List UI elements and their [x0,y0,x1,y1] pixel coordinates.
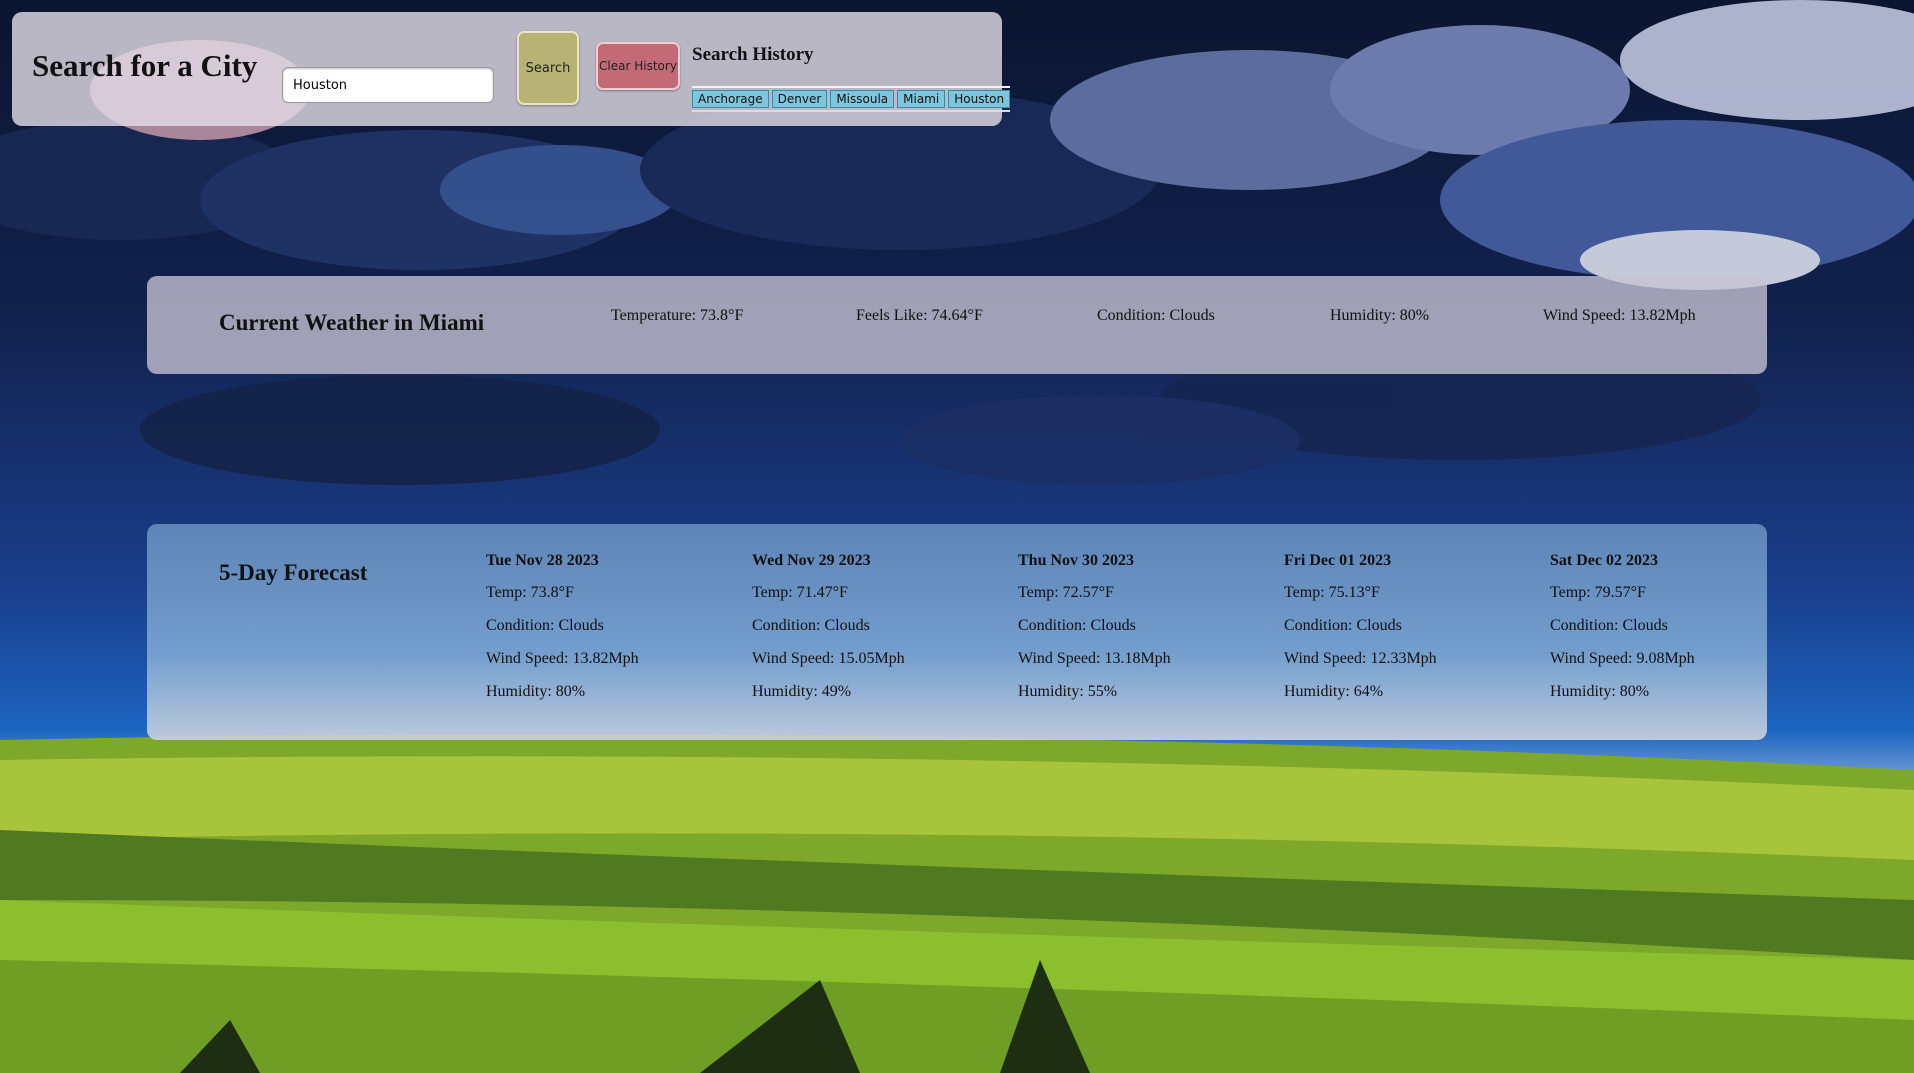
current-feels-like: Feels Like: 74.64°F [856,307,983,324]
clear-history-button[interactable]: Clear History [596,42,680,90]
forecast-day-card: Wed Nov 29 2023 Temp: 71.47°F Condition:… [752,552,992,716]
forecast-temp: Temp: 72.57°F [1018,584,1114,601]
forecast-wind: Wind Speed: 13.82Mph [486,650,639,667]
city-search-input[interactable] [282,67,494,103]
forecast-wind: Wind Speed: 13.18Mph [1018,650,1171,667]
search-button[interactable]: Search [517,31,579,105]
search-history-list: Anchorage Denver Missoula Miami Houston [692,86,1011,112]
forecast-wind: Wind Speed: 9.08Mph [1550,650,1695,667]
forecast-panel: 5-Day Forecast Tue Nov 28 2023 Temp: 73.… [147,524,1767,740]
history-item-anchorage[interactable]: Anchorage [692,90,769,108]
forecast-condition: Condition: Clouds [1550,617,1668,634]
current-weather-title: Current Weather in Miami [219,310,485,335]
forecast-date: Tue Nov 28 2023 [486,552,599,569]
forecast-date: Sat Dec 02 2023 [1550,552,1658,569]
forecast-date: Fri Dec 01 2023 [1284,552,1392,569]
forecast-temp: Temp: 73.8°F [486,584,574,601]
history-item-miami[interactable]: Miami [897,90,946,108]
forecast-day-card: Fri Dec 01 2023 Temp: 75.13°F Condition:… [1284,552,1524,716]
forecast-date: Thu Nov 30 2023 [1018,552,1135,569]
forecast-title: 5-Day Forecast [219,560,368,585]
forecast-humidity: Humidity: 64% [1284,683,1384,700]
history-item-denver[interactable]: Denver [771,90,828,108]
history-item-houston[interactable]: Houston [948,90,1011,108]
forecast-condition: Condition: Clouds [752,617,870,634]
forecast-condition: Condition: Clouds [486,617,604,634]
search-panel: Search for a City Search Clear History S… [12,12,1011,126]
forecast-temp: Temp: 71.47°F [752,584,848,601]
forecast-day-card: Thu Nov 30 2023 Temp: 72.57°F Condition:… [1018,552,1258,716]
forecast-condition: Condition: Clouds [1018,617,1136,634]
forecast-temp: Temp: 79.57°F [1550,584,1646,601]
field-shapes [0,734,1914,1073]
current-condition: Condition: Clouds [1097,307,1215,324]
forecast-wind: Wind Speed: 12.33Mph [1284,650,1437,667]
current-weather-panel: Current Weather in Miami Temperature: 73… [147,276,1767,374]
current-wind-speed: Wind Speed: 13.82Mph [1543,307,1696,324]
forecast-date: Wed Nov 29 2023 [752,552,871,569]
history-item-missoula[interactable]: Missoula [830,90,895,108]
search-title: Search for a City [32,48,258,83]
search-history-title: Search History [692,44,814,65]
forecast-humidity: Humidity: 80% [1550,683,1650,700]
forecast-humidity: Humidity: 80% [486,683,586,700]
forecast-day-card: Sat Dec 02 2023 Temp: 79.57°F Condition:… [1550,552,1790,716]
forecast-humidity: Humidity: 49% [752,683,852,700]
current-temperature: Temperature: 73.8°F [611,307,744,324]
forecast-temp: Temp: 75.13°F [1284,584,1380,601]
forecast-wind: Wind Speed: 15.05Mph [752,650,905,667]
forecast-humidity: Humidity: 55% [1018,683,1118,700]
current-humidity: Humidity: 80% [1330,307,1430,324]
forecast-condition: Condition: Clouds [1284,617,1402,634]
forecast-day-card: Tue Nov 28 2023 Temp: 73.8°F Condition: … [486,552,726,716]
